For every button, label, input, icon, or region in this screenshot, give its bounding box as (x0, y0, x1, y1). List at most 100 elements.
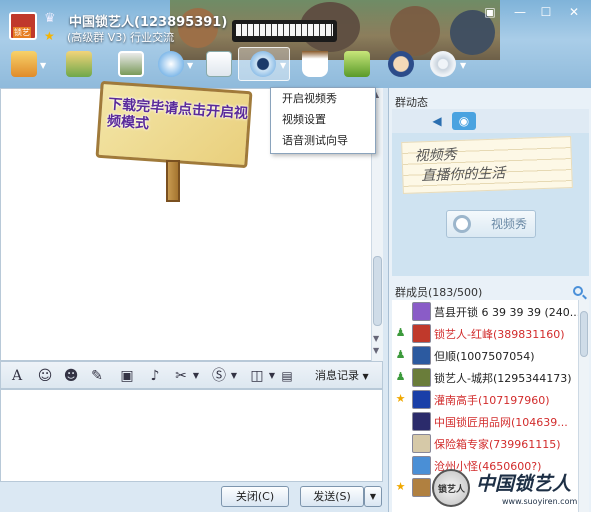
watermark-badge: 锁艺人 (432, 469, 470, 507)
member-avatar[interactable] (412, 302, 431, 321)
member-avatar[interactable] (412, 390, 431, 409)
watermark-logo: 锁艺人 中国锁艺人 www.suoyiren.com (432, 467, 591, 512)
screenshot-scissors-icon[interactable]: ✂ (171, 366, 191, 386)
admin-role-icon: ♟ (395, 348, 406, 361)
settings-icon[interactable] (430, 51, 456, 77)
note-line-2: 直播你的生活 (421, 165, 506, 185)
send-button[interactable]: 发送(S) (300, 486, 364, 507)
video-show-tab-icon[interactable]: ◉ (452, 112, 476, 130)
magic-face-icon[interactable]: ☻ (61, 366, 81, 386)
edit-icon[interactable]: ✎ (87, 366, 107, 386)
chevron-down-icon[interactable]: ▼ (187, 61, 193, 70)
role-icon-empty (394, 414, 407, 427)
scrollbar-thumb[interactable] (580, 311, 588, 357)
close-button[interactable]: 关闭(C) (221, 486, 289, 507)
member-row[interactable]: 中国锁匠用品网(104639... (392, 410, 578, 432)
bottom-bar: 关闭(C) 发送(S) ▼ (0, 482, 388, 512)
send-options-button[interactable]: ▼ (364, 486, 382, 507)
video-show-icon[interactable] (250, 51, 276, 77)
member-avatar[interactable] (412, 346, 431, 365)
role-icon-empty (394, 436, 407, 449)
message-input[interactable] (0, 389, 383, 482)
window-header: 锁艺 ♛ ★ 中国锁艺人(123895391) (高级群 V3) 行业交流 ▣ … (0, 0, 591, 88)
music-icon[interactable]: ♪ (145, 366, 165, 386)
scroll-down-icon[interactable]: ▼ (373, 334, 379, 343)
members-title: 群成员(183/500) (395, 286, 483, 299)
member-name: 莒县开锁 6 39 39 39 (240... (434, 306, 578, 319)
keyboard-image (232, 20, 337, 42)
share-icon[interactable] (66, 51, 92, 77)
member-row[interactable]: 保险箱专家(739961115) (392, 432, 578, 454)
menu-item-voice-test-wizard[interactable]: 语音测试向导 (271, 130, 375, 151)
member-name: 保险箱专家(739961115) (434, 438, 561, 451)
video-show-note: 视频秀 直播你的生活 (401, 136, 573, 194)
admin-role-icon: ♟ (395, 370, 406, 383)
skin-button[interactable]: ▣ (478, 4, 502, 22)
member-avatar[interactable] (412, 456, 431, 475)
role-icon-empty (394, 304, 407, 317)
chevron-down-icon[interactable]: ▼ (229, 366, 239, 386)
emoji-icon[interactable]: ☺ (35, 366, 55, 386)
member-row[interactable]: ♟ 但顺(1007507054) (392, 344, 578, 366)
image-icon[interactable]: ▣ (117, 366, 137, 386)
shake-icon[interactable]: ◫ (247, 366, 267, 386)
crown-icon: ♛ (44, 11, 56, 26)
member-avatar[interactable] (412, 478, 431, 497)
group-dynamics-title: 群动态 (395, 96, 428, 109)
chevron-down-icon[interactable]: ▼ (191, 366, 201, 386)
member-name: 但顺(1007507054) (434, 350, 535, 363)
member-row[interactable]: ♟ 锁艺人-城邦(1295344173) (392, 366, 578, 388)
watermark-url: www.suoyiren.com (502, 497, 578, 506)
tip-sign-board: 下载完毕请点击开启视频模式 (95, 80, 253, 169)
menu-item-video-settings[interactable]: 视频设置 (271, 109, 375, 130)
member-avatar[interactable] (412, 324, 431, 343)
history-icon[interactable]: ▤ (281, 366, 293, 386)
search-icon[interactable] (573, 286, 583, 296)
group-avatar[interactable]: 锁艺 (9, 12, 37, 40)
member-row[interactable]: 莒县开锁 6 39 39 39 (240... (392, 300, 578, 322)
admin-icon[interactable] (388, 51, 414, 77)
camera-icon (453, 215, 471, 233)
video-icon[interactable] (344, 51, 370, 77)
watermark-badge-text: 锁艺人 (438, 485, 466, 495)
notice-icon[interactable] (206, 51, 232, 77)
member-name: 灌南高手(107197960) (434, 394, 550, 407)
minimize-button[interactable]: — (508, 4, 532, 22)
member-name: 中国锁匠用品网(104639... (434, 416, 568, 429)
voice-icon[interactable] (158, 51, 184, 77)
video-show-menu: 开启视频秀 视频设置 语音测试向导 (270, 87, 376, 154)
coffee-icon[interactable] (302, 51, 328, 77)
member-avatar[interactable] (412, 368, 431, 387)
member-name: 锁艺人-红峰(389831160) (434, 328, 565, 341)
member-avatar[interactable] (412, 434, 431, 453)
chevron-down-icon[interactable]: ▼ (40, 61, 46, 70)
sogou-icon[interactable]: Ⓢ (209, 366, 229, 386)
member-row[interactable]: ★ 灌南高手(107197960) (392, 388, 578, 410)
home-icon[interactable] (11, 51, 37, 77)
member-row[interactable]: ♟ 锁艺人-红峰(389831160) (392, 322, 578, 344)
dynamics-tabs: ◀ ◉ (392, 109, 589, 133)
album-icon[interactable] (118, 51, 144, 77)
video-show-button-label: 视频秀 (490, 217, 527, 231)
member-name: 锁艺人-城邦(1295344173) (434, 372, 572, 385)
video-show-button[interactable]: 视频秀 (446, 210, 536, 238)
group-subtitle[interactable]: (高级群 V3) 行业交流 (67, 29, 174, 45)
font-icon[interactable]: A (7, 366, 27, 386)
close-window-button[interactable]: ✕ (562, 4, 586, 22)
tip-sign-post (166, 160, 180, 202)
scroll-bottom-icon[interactable]: ▼ (373, 346, 379, 355)
member-avatar[interactable] (412, 412, 431, 431)
star-icon: ★ (44, 29, 55, 43)
chevron-down-icon[interactable]: ▼ (267, 366, 277, 386)
format-toolbar: A ☺ ☻ ✎ ▣ ♪ ✂ ▼ Ⓢ ▼ ◫ ▼ ▤ 消息记录 ▼ (0, 361, 383, 389)
speaker-icon[interactable]: ◀ (430, 112, 444, 130)
chevron-down-icon[interactable]: ▼ (460, 61, 466, 70)
message-history-label: 消息记录 (315, 369, 359, 382)
right-panel: 群动态 ◀ ◉ 视频秀 直播你的生活 视频秀 群成员(183/500) 莒县开锁… (388, 88, 591, 512)
maximize-button[interactable]: ☐ (534, 4, 558, 22)
scrollbar-thumb[interactable] (373, 256, 382, 326)
message-history-button[interactable]: 消息记录 ▼ (297, 366, 369, 386)
menu-item-start-video-show[interactable]: 开启视频秀 (271, 88, 375, 109)
chevron-down-icon[interactable]: ▼ (280, 61, 286, 70)
star-role-icon: ★ (395, 480, 406, 493)
